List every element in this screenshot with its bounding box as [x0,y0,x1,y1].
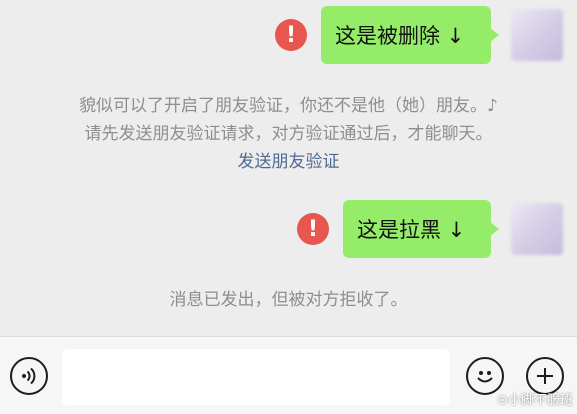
send-verification-link[interactable]: 发送朋友验证 [0,148,577,176]
avatar[interactable] [511,203,563,255]
avatar[interactable] [511,9,563,61]
send-failed-icon[interactable]: ! [297,213,329,245]
message-row-1: ! 这是被删除 ↓ [275,6,563,64]
message-text-2: 这是拉黑 ↓ [357,218,466,242]
voice-icon [22,367,36,385]
emoji-icon [477,371,493,383]
message-row-2: ! 这是拉黑 ↓ [297,200,563,258]
rejected-notice: 消息已发出，但被对方拒收了。 [169,290,408,310]
message-bubble-1[interactable]: 这是被删除 ↓ [321,6,499,64]
voice-button[interactable] [10,357,48,395]
friend-check-notice: 貌似可以了开启了朋友验证，你还不是他（她）朋友。♪ 请先发送朋友验证请求，对方验… [0,92,577,176]
message-bubble-2[interactable]: 这是拉黑 ↓ [343,200,499,258]
message-input[interactable] [62,349,450,405]
friend-check-line-1: 貌似可以了开启了朋友验证，你还不是他（她）朋友。♪ [79,96,498,116]
plus-icon [537,368,553,384]
watermark: ⊙小脚不服班 [497,393,573,408]
message-text-1: 这是被删除 ↓ [335,24,465,48]
send-failed-icon[interactable]: ! [275,19,307,51]
friend-check-line-2: 请先发送朋友验证请求，对方验证通过后，才能聊天。 [84,124,493,144]
chat-area: ! 这是被删除 ↓ 貌似可以了开启了朋友验证，你还不是他（她）朋友。♪ 请先发送… [0,0,577,336]
input-bar: ⊙小脚不服班 [0,336,577,414]
